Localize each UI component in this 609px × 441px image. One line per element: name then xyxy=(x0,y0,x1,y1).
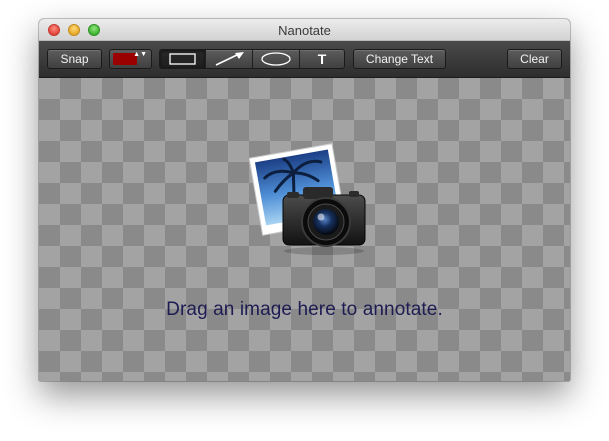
rectangle-tool-button[interactable] xyxy=(160,50,206,68)
color-picker[interactable]: ▲▼ xyxy=(109,49,152,69)
app-window: Nanotate Snap ▲▼ T Change Text Clear Dra… xyxy=(39,19,570,381)
rectangle-icon xyxy=(169,53,196,65)
ellipse-tool-button[interactable] xyxy=(253,50,300,68)
change-text-button[interactable]: Change Text xyxy=(353,49,446,69)
arrow-tool-button[interactable] xyxy=(206,50,253,68)
ellipse-icon xyxy=(261,52,291,66)
drop-hint-text: Drag an image here to annotate. xyxy=(166,299,443,320)
window-title: Nanotate xyxy=(278,23,331,38)
tool-segmented-control: T xyxy=(159,49,345,69)
stepper-arrows-icon: ▲▼ xyxy=(133,51,147,58)
clear-button[interactable]: Clear xyxy=(507,49,562,69)
toolbar: Snap ▲▼ T Change Text Clear xyxy=(39,41,570,78)
desktop: Nanotate Snap ▲▼ T Change Text Clear Dra… xyxy=(0,0,609,441)
annotation-canvas[interactable]: Drag an image here to annotate. xyxy=(39,78,570,381)
arrow-icon xyxy=(215,52,244,66)
title-bar[interactable]: Nanotate xyxy=(39,19,570,41)
text-icon: T xyxy=(317,51,327,67)
text-tool-button[interactable]: T xyxy=(300,50,344,68)
photo-camera-icon xyxy=(249,143,366,255)
snap-button[interactable]: Snap xyxy=(47,49,102,69)
